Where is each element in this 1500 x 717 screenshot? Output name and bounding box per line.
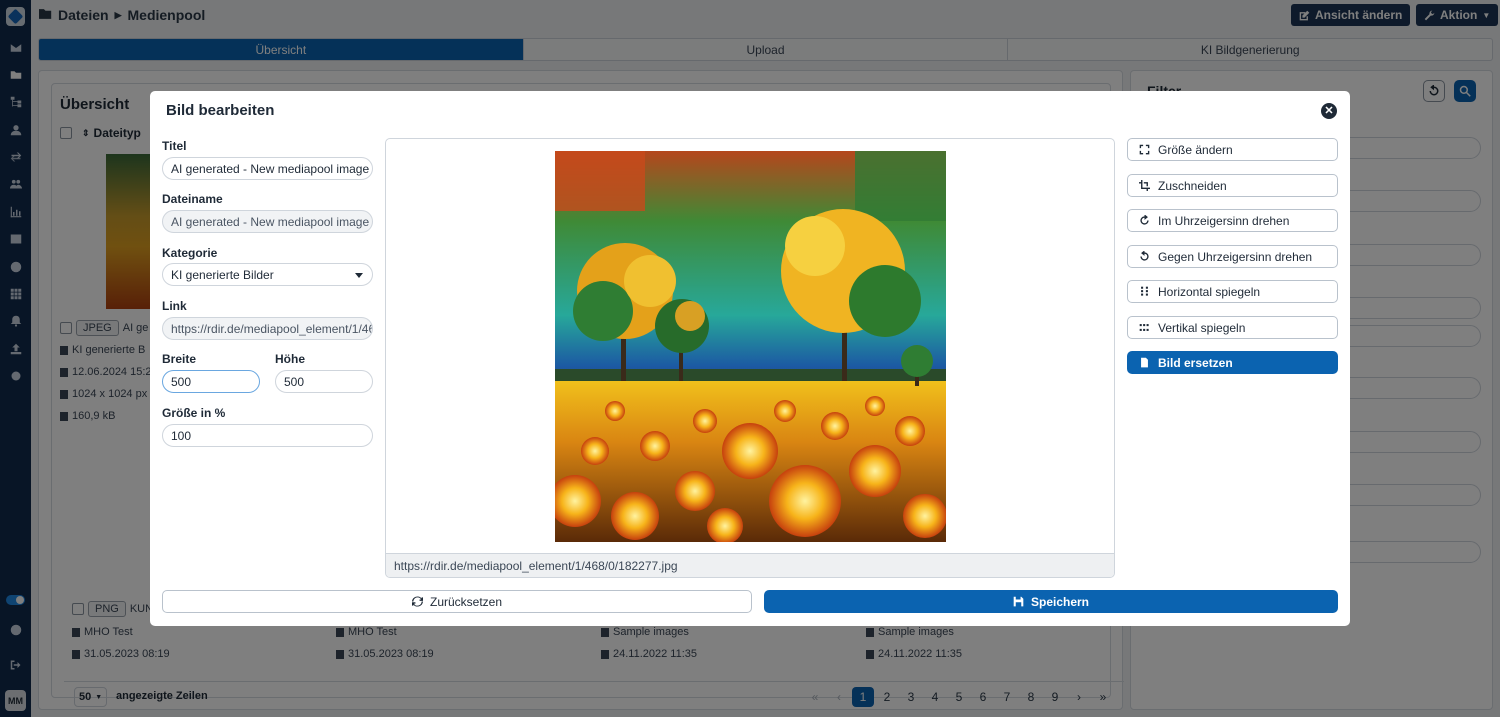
height-label: Höhe xyxy=(275,352,305,366)
preview-url: https://rdir.de/mediapool_element/1/468/… xyxy=(386,553,1114,577)
scale-input[interactable]: 100 xyxy=(162,424,373,447)
flip-horizontal-button[interactable]: Horizontal spiegeln xyxy=(1127,280,1338,303)
flip-vertical-label: Vertikal spiegeln xyxy=(1158,320,1246,335)
rotate-clockwise-button[interactable]: Im Uhrzeigersinn drehen xyxy=(1127,209,1338,232)
replace-image-button[interactable]: Bild ersetzen xyxy=(1127,351,1338,374)
resize-label: Größe ändern xyxy=(1158,142,1233,157)
resize-icon xyxy=(1139,144,1150,155)
flip-vertical-icon xyxy=(1139,324,1149,331)
rotate-clockwise-label: Im Uhrzeigersinn drehen xyxy=(1158,213,1290,228)
resize-button[interactable]: Größe ändern xyxy=(1127,138,1338,161)
preview-image[interactable] xyxy=(555,151,946,542)
width-label: Breite xyxy=(162,352,197,366)
flip-horizontal-icon xyxy=(1141,286,1148,296)
category-select-value: KI generierte Bilder xyxy=(171,267,274,282)
link-label: Link xyxy=(162,299,187,313)
title-input[interactable]: AI generated - New mediapool image xyxy=(162,157,373,180)
width-input[interactable]: 500 xyxy=(162,370,260,393)
close-icon[interactable]: ✕ xyxy=(1321,103,1337,119)
dialog-title: Bild bearbeiten xyxy=(166,102,275,119)
rotate-counterclockwise-button[interactable]: Gegen Uhrzeigersinn drehen xyxy=(1127,245,1338,268)
save-icon xyxy=(1013,596,1024,607)
reset-label: Zurücksetzen xyxy=(429,594,503,609)
scale-label: Größe in % xyxy=(162,406,226,420)
reset-button[interactable]: Zurücksetzen xyxy=(162,590,752,613)
crop-label: Zuschneiden xyxy=(1158,178,1227,193)
category-label: Kategorie xyxy=(162,246,218,260)
file-replace-icon xyxy=(1141,357,1148,368)
filename-input: AI generated - New mediapool image xyxy=(162,210,373,233)
rotate-cw-icon xyxy=(1140,215,1149,225)
refresh-icon xyxy=(411,596,423,607)
rotate-counterclockwise-label: Gegen Uhrzeigersinn drehen xyxy=(1158,249,1313,264)
flip-horizontal-label: Horizontal spiegeln xyxy=(1158,284,1261,299)
category-select[interactable]: KI generierte Bilder xyxy=(162,263,373,286)
filename-label: Dateiname xyxy=(162,192,223,206)
save-button[interactable]: Speichern xyxy=(764,590,1338,613)
link-input: https://rdir.de/mediapool_element/1/468/… xyxy=(162,317,373,340)
replace-image-label: Bild ersetzen xyxy=(1158,355,1233,370)
caret-down-icon xyxy=(355,273,363,278)
height-input[interactable]: 500 xyxy=(275,370,373,393)
crop-button[interactable]: Zuschneiden xyxy=(1127,174,1338,197)
image-preview: https://rdir.de/mediapool_element/1/468/… xyxy=(385,138,1115,578)
flip-vertical-button[interactable]: Vertikal spiegeln xyxy=(1127,316,1338,339)
title-label: Titel xyxy=(162,139,187,153)
crop-icon xyxy=(1139,180,1150,191)
save-label: Speichern xyxy=(1030,594,1090,609)
rotate-ccw-icon xyxy=(1140,251,1149,261)
edit-image-dialog: Bild bearbeiten ✕ Titel AI generated - N… xyxy=(150,91,1350,626)
